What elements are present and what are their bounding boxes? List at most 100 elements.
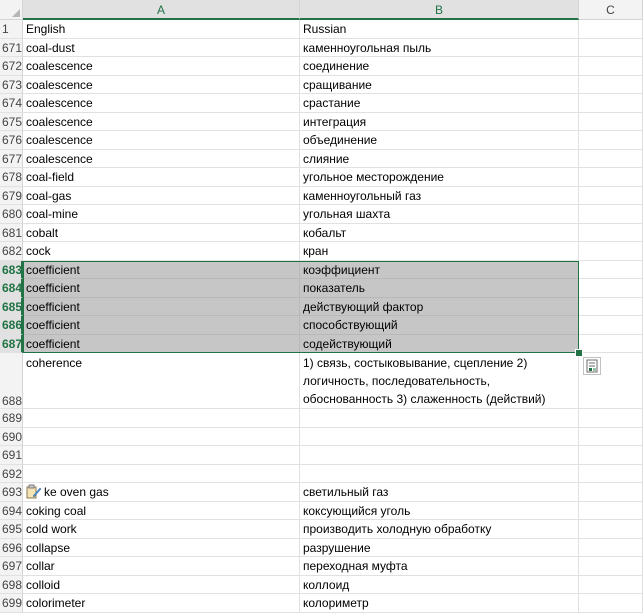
cell-english[interactable]: coalescence: [23, 131, 300, 150]
cell-russian[interactable]: слияние: [300, 149, 579, 168]
cell-c[interactable]: [579, 223, 643, 242]
cell-english[interactable]: coal-field: [23, 168, 300, 187]
cell-english[interactable]: cock: [23, 242, 300, 261]
cell-russian[interactable]: соединение: [300, 57, 579, 76]
row-header[interactable]: 688: [0, 353, 23, 409]
cell-english[interactable]: coefficient: [23, 297, 300, 316]
cell-english[interactable]: [23, 446, 300, 465]
row-header[interactable]: 683: [0, 260, 23, 279]
cell-c[interactable]: [579, 464, 643, 483]
cell-english[interactable]: coking coal: [23, 501, 300, 520]
row-header[interactable]: 695: [0, 520, 23, 539]
row-header[interactable]: 699: [0, 594, 23, 613]
column-header-c[interactable]: C: [579, 0, 643, 20]
row-header[interactable]: 697: [0, 557, 23, 576]
cell-c[interactable]: [579, 520, 643, 539]
cell-english[interactable]: coal-dust: [23, 38, 300, 57]
cell-english[interactable]: colloid: [23, 575, 300, 594]
cell-english[interactable]: coefficient: [23, 334, 300, 353]
cell-russian[interactable]: Russian: [300, 20, 579, 39]
cell-c[interactable]: [579, 168, 643, 187]
cell-russian[interactable]: коксующийся уголь: [300, 501, 579, 520]
cell-russian[interactable]: коллоид: [300, 575, 579, 594]
cell-russian[interactable]: коэффициент: [300, 260, 579, 279]
cell-c[interactable]: [579, 242, 643, 261]
row-header[interactable]: 673: [0, 75, 23, 94]
cell-english[interactable]: cold work: [23, 520, 300, 539]
cell-russian[interactable]: производить холодную обработку: [300, 520, 579, 539]
cell-english[interactable]: [23, 427, 300, 446]
cell-c[interactable]: [579, 186, 643, 205]
cell-c[interactable]: [579, 538, 643, 557]
cell-english[interactable]: cobalt: [23, 223, 300, 242]
cell-russian[interactable]: способствующий: [300, 316, 579, 335]
cell-russian[interactable]: разрушение: [300, 538, 579, 557]
cell-c[interactable]: [579, 112, 643, 131]
cell-english[interactable]: coherence: [23, 353, 300, 409]
cell-russian[interactable]: [300, 427, 579, 446]
cell-english[interactable]: collapse: [23, 538, 300, 557]
row-header[interactable]: 692: [0, 464, 23, 483]
row-header[interactable]: 1: [0, 20, 23, 39]
cell-c[interactable]: [579, 409, 643, 428]
cell-english[interactable]: colorimeter: [23, 594, 300, 613]
cell-c[interactable]: [579, 483, 643, 502]
cell-english[interactable]: coalescence: [23, 112, 300, 131]
cell-russian[interactable]: [300, 409, 579, 428]
row-header[interactable]: 686: [0, 316, 23, 335]
row-header[interactable]: 682: [0, 242, 23, 261]
cell-english[interactable]: coalescence: [23, 75, 300, 94]
cell-russian[interactable]: светильный газ: [300, 483, 579, 502]
cell-russian[interactable]: каменноугольная пыль: [300, 38, 579, 57]
cell-c[interactable]: [579, 446, 643, 465]
row-header[interactable]: 677: [0, 149, 23, 168]
cell-english[interactable]: coalescence: [23, 57, 300, 76]
cell-russian[interactable]: объединение: [300, 131, 579, 150]
cell-c[interactable]: [579, 57, 643, 76]
cell-russian[interactable]: угольная шахта: [300, 205, 579, 224]
row-header[interactable]: 696: [0, 538, 23, 557]
cell-c[interactable]: [579, 149, 643, 168]
cell-c[interactable]: [579, 297, 643, 316]
cell-english[interactable]: coalescence: [23, 149, 300, 168]
cell-russian[interactable]: кран: [300, 242, 579, 261]
select-all-corner[interactable]: [0, 0, 23, 20]
cell-russian[interactable]: переходная муфта: [300, 557, 579, 576]
cell-c[interactable]: [579, 38, 643, 57]
cell-c[interactable]: [579, 557, 643, 576]
row-header[interactable]: 674: [0, 94, 23, 113]
cell-c[interactable]: [579, 427, 643, 446]
cell-c[interactable]: [579, 279, 643, 298]
paste-options-icon[interactable]: [26, 484, 42, 499]
cell-russian[interactable]: срастание: [300, 94, 579, 113]
row-header[interactable]: 698: [0, 575, 23, 594]
cell-russian[interactable]: [300, 446, 579, 465]
cell-c[interactable]: [579, 205, 643, 224]
column-header-b[interactable]: B: [300, 0, 579, 20]
row-header[interactable]: 684: [0, 279, 23, 298]
row-header[interactable]: 678: [0, 168, 23, 187]
row-header[interactable]: 672: [0, 57, 23, 76]
cell-russian[interactable]: интеграция: [300, 112, 579, 131]
cell-english[interactable]: coefficient: [23, 260, 300, 279]
row-header[interactable]: 694: [0, 501, 23, 520]
row-header[interactable]: 671: [0, 38, 23, 57]
quick-analysis-icon[interactable]: [583, 357, 601, 375]
cell-russian[interactable]: угольное месторождение: [300, 168, 579, 187]
cell-english[interactable]: coalescence: [23, 94, 300, 113]
cell-english[interactable]: ke oven gas: [23, 483, 300, 502]
cell-english[interactable]: [23, 464, 300, 483]
cell-english[interactable]: coal-gas: [23, 186, 300, 205]
cell-c[interactable]: [579, 260, 643, 279]
cell-russian[interactable]: содействующий: [300, 334, 579, 353]
cell-russian[interactable]: действующий фактор: [300, 297, 579, 316]
cell-russian[interactable]: колориметр: [300, 594, 579, 613]
cell-russian[interactable]: показатель: [300, 279, 579, 298]
cell-russian[interactable]: сращивание: [300, 75, 579, 94]
cell-english[interactable]: coal-mine: [23, 205, 300, 224]
cell-english[interactable]: collar: [23, 557, 300, 576]
cell-c[interactable]: [579, 334, 643, 353]
row-header[interactable]: 691: [0, 446, 23, 465]
cell-english[interactable]: coefficient: [23, 316, 300, 335]
row-header[interactable]: 679: [0, 186, 23, 205]
